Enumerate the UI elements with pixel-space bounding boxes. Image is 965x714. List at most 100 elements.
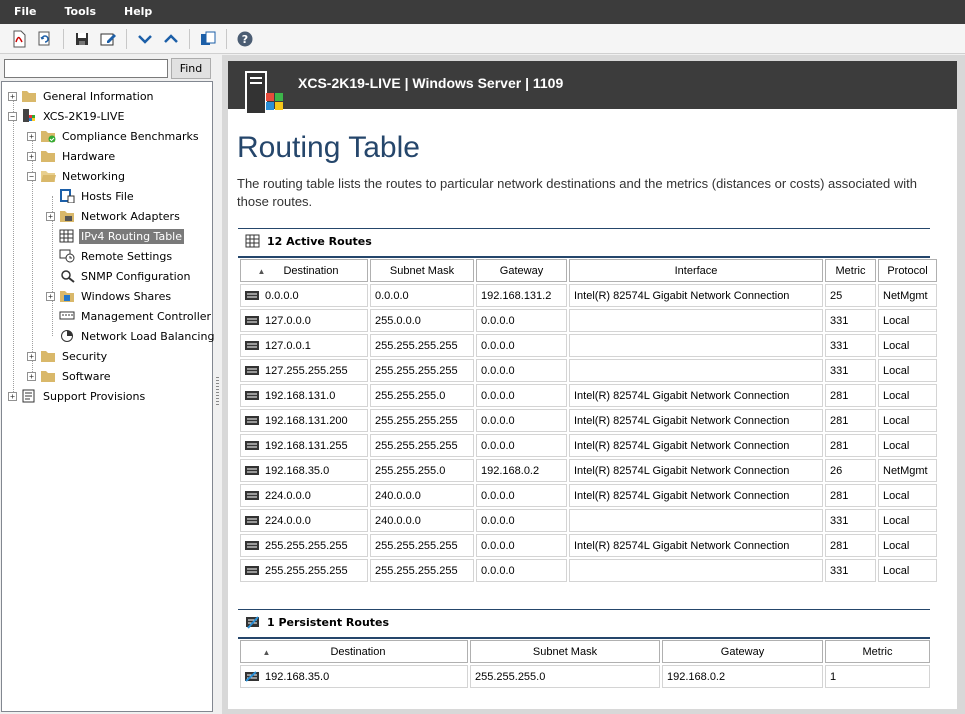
section-divider	[238, 609, 930, 610]
cell-destination: 224.0.0.0	[240, 509, 368, 532]
cell-interface	[569, 559, 823, 582]
route-icon	[245, 316, 259, 326]
cell-subnet-mask: 255.255.255.0	[370, 384, 474, 407]
tree-node-hosts-file[interactable]: Hosts File	[46, 186, 136, 206]
tree-node-hardware[interactable]: + Hardware	[27, 146, 117, 166]
edit-icon[interactable]	[97, 28, 119, 50]
column-header-gateway[interactable]: Gateway	[662, 640, 823, 663]
find-button[interactable]: Find	[171, 58, 211, 79]
column-header-interface[interactable]: Interface	[569, 259, 823, 282]
table-row[interactable]: 192.168.35.0 255.255.255.0 192.168.0.2 1	[240, 665, 930, 688]
tree-node-security[interactable]: + Security	[27, 346, 109, 366]
table-row[interactable]: 224.0.0.0 240.0.0.0 0.0.0.0 Intel(R) 82574L…	[240, 484, 937, 507]
tree-node-windows-shares[interactable]: + Windows Shares	[46, 286, 173, 306]
cell-text: Local	[883, 489, 910, 502]
tree-node-compliance-benchmarks[interactable]: + Compliance Benchmarks	[27, 126, 201, 146]
column-header-gateway[interactable]: Gateway	[476, 259, 567, 282]
windows-server-icon	[245, 71, 283, 113]
expand-icon[interactable]: +	[46, 291, 55, 301]
cell-protocol: Local	[878, 309, 937, 332]
search-input[interactable]	[4, 59, 168, 78]
expand-up-icon[interactable]	[160, 28, 182, 50]
column-header-destination[interactable]: ▲ Destination	[240, 640, 468, 663]
table-row[interactable]: 192.168.131.255 255.255.255.255 0.0.0.0 Int…	[240, 434, 937, 457]
table-row[interactable]: 255.255.255.255 255.255.255.255 0.0.0.0 Int…	[240, 534, 937, 557]
column-header-metric[interactable]: Metric	[825, 259, 876, 282]
expand-icon[interactable]: +	[27, 371, 36, 381]
expand-icon[interactable]: +	[27, 351, 36, 361]
table-row[interactable]: 192.168.35.0 255.255.255.0 192.168.0.2 Inte…	[240, 459, 937, 482]
cell-text: Intel(R) 82574L Gigabit Network Connecti…	[574, 464, 790, 477]
collapse-icon[interactable]: −	[8, 111, 17, 121]
cell-text: 331	[830, 564, 849, 577]
table-row[interactable]: 224.0.0.0 240.0.0.0 0.0.0.0 331 Local	[240, 509, 937, 532]
panel-splitter[interactable]	[214, 55, 222, 714]
cell-text: 331	[830, 339, 849, 352]
cell-text: 25	[830, 289, 843, 302]
cell-text: Intel(R) 82574L Gigabit Network Connecti…	[574, 539, 790, 552]
save-icon[interactable]	[71, 28, 93, 50]
table-row[interactable]: 127.0.0.1 255.255.255.255 0.0.0.0 331 Local	[240, 334, 937, 357]
expand-icon[interactable]: +	[27, 131, 36, 141]
cell-protocol: Local	[878, 559, 937, 582]
column-header-destination[interactable]: ▲ Destination	[240, 259, 368, 282]
cell-text: 240.0.0.0	[375, 514, 421, 527]
cell-text: 0.0.0.0	[481, 339, 515, 352]
tree-node-remote-settings[interactable]: Remote Settings	[46, 246, 174, 266]
expand-icon[interactable]: +	[8, 91, 17, 101]
refresh-icon[interactable]	[34, 28, 56, 50]
cell-text: 281	[830, 389, 849, 402]
column-header-subnet-mask[interactable]: Subnet Mask	[470, 640, 660, 663]
table-row[interactable]: 255.255.255.255 255.255.255.255 0.0.0.0 331…	[240, 559, 937, 582]
table-row[interactable]: 192.168.131.0 255.255.255.0 0.0.0.0 Intel(R…	[240, 384, 937, 407]
expand-icon[interactable]: +	[46, 211, 55, 221]
cell-text: 0.0.0.0	[481, 514, 515, 527]
folder-icon	[41, 351, 55, 362]
splitter-grip[interactable]	[216, 377, 219, 407]
table-row[interactable]: 192.168.131.200 255.255.255.255 0.0.0.0 Int…	[240, 409, 937, 432]
cell-protocol: Local	[878, 434, 937, 457]
cell-text: 0.0.0.0	[481, 489, 515, 502]
toolbar: ?	[0, 24, 965, 54]
expand-icon[interactable]: +	[27, 151, 36, 161]
page-description: The routing table lists the routes to pa…	[237, 176, 917, 209]
route-icon	[245, 541, 259, 551]
table-row[interactable]: 127.0.0.0 255.0.0.0 0.0.0.0 331 Local	[240, 309, 937, 332]
collapse-icon[interactable]: −	[27, 171, 36, 181]
tree-label: Security	[62, 349, 108, 363]
cell-subnet-mask: 255.255.255.0	[370, 459, 474, 482]
cell-text: 255.255.255.255	[375, 339, 458, 352]
column-header-metric[interactable]: Metric	[825, 640, 930, 663]
table-row[interactable]: 0.0.0.0 0.0.0.0 192.168.131.2 Intel(R) 8257…	[240, 284, 937, 307]
pdf-export-icon[interactable]	[8, 28, 30, 50]
menu-help[interactable]: Help	[110, 0, 166, 24]
copy-icon[interactable]	[197, 28, 219, 50]
column-header-protocol[interactable]: Protocol	[878, 259, 937, 282]
tree-node-network-adapters[interactable]: + Network Adapters	[46, 206, 182, 226]
menu-file[interactable]: File	[0, 0, 51, 24]
sort-ascending-icon: ▲	[257, 266, 266, 276]
sort-ascending-icon: ▲	[262, 647, 271, 657]
tree-node-general-information[interactable]: + General Information	[8, 86, 156, 106]
column-header-subnet-mask[interactable]: Subnet Mask	[370, 259, 474, 282]
tree-node-software[interactable]: + Software	[27, 366, 113, 386]
cell-text: 331	[830, 314, 849, 327]
tree-node-support-provisions[interactable]: + Support Provisions	[8, 386, 147, 406]
cell-protocol: NetMgmt	[878, 284, 937, 307]
menu-tools[interactable]: Tools	[51, 0, 110, 24]
help-icon[interactable]: ?	[234, 28, 256, 50]
tree-node-network-load-balancing[interactable]: Network Load Balancing	[46, 326, 216, 346]
cell-text: 0.0.0.0	[265, 289, 299, 302]
table-row[interactable]: 127.255.255.255 255.255.255.255 0.0.0.0 331…	[240, 359, 937, 382]
folder-icon	[22, 91, 36, 102]
collapse-down-icon[interactable]	[134, 28, 156, 50]
cell-subnet-mask: 255.255.255.0	[470, 665, 660, 688]
tree-node-networking[interactable]: − Networking	[27, 166, 127, 186]
tree-label: Windows Shares	[81, 289, 172, 303]
expand-icon[interactable]: +	[8, 391, 17, 401]
tree-node-ipv4-routing-table[interactable]: IPv4 Routing Table	[46, 226, 184, 246]
folder-check-icon	[41, 131, 56, 143]
tree-node-host[interactable]: − XCS-2K19-LIVE	[8, 106, 126, 126]
tree-node-snmp-configuration[interactable]: SNMP Configuration	[46, 266, 192, 286]
tree-node-management-controller[interactable]: Management Controller	[46, 306, 213, 326]
